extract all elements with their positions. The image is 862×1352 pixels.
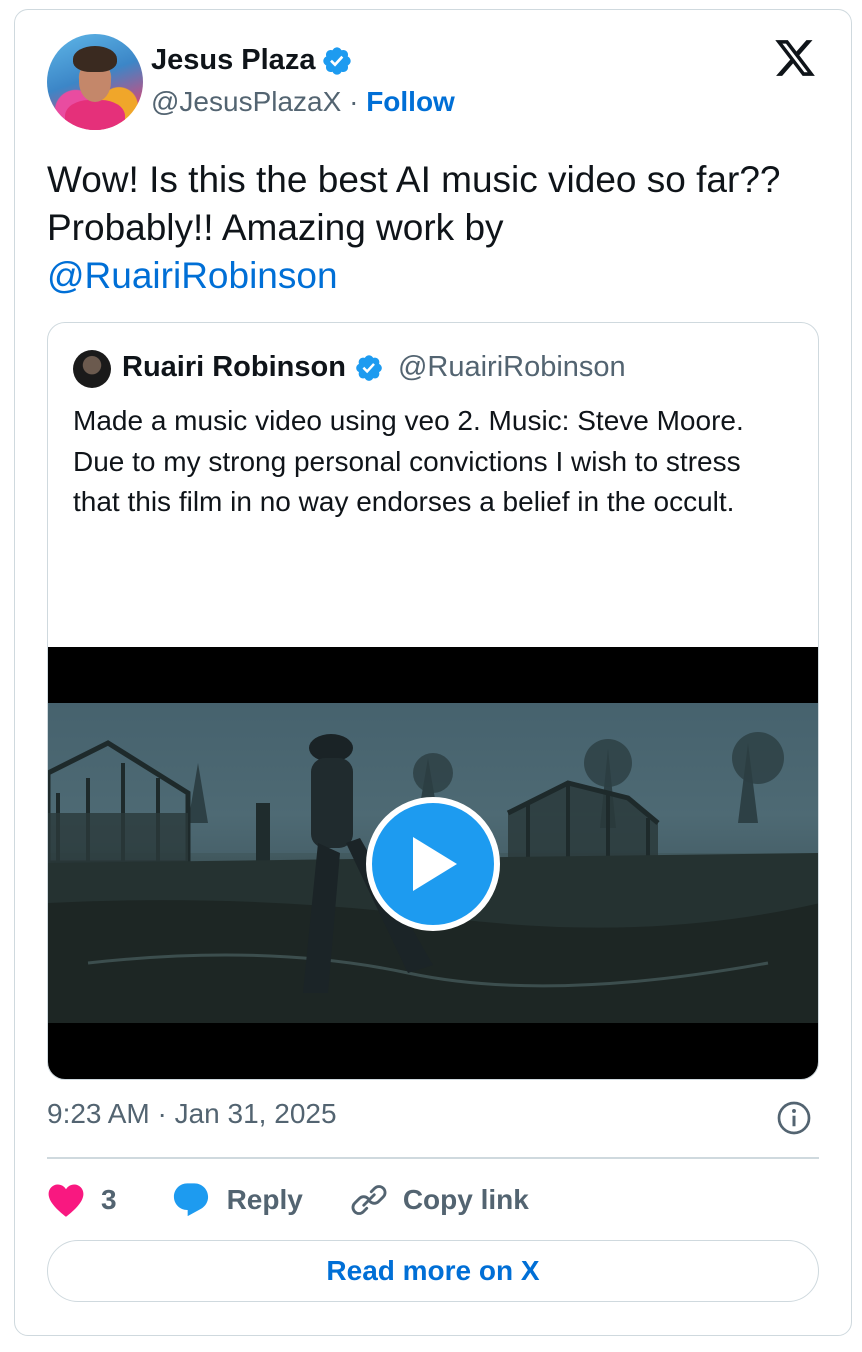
play-icon (413, 837, 457, 891)
quoted-text-line: Made a music video using veo 2. Music: S… (73, 405, 744, 436)
quoted-author-name[interactable]: Ruairi Robinson (122, 351, 346, 384)
quoted-author-row: Ruairi Robinson @RuairiRobinson (122, 351, 626, 384)
link-icon (351, 1185, 387, 1215)
video-player[interactable] (48, 647, 818, 1079)
divider (47, 1157, 819, 1159)
tweet-text: Wow! Is this the best AI music video so … (47, 156, 807, 300)
mention-link[interactable]: @RuairiRobinson (47, 252, 807, 300)
like-count: 3 (101, 1184, 117, 1215)
author-name[interactable]: Jesus Plaza (151, 44, 315, 77)
quoted-tweet-text: Made a music video using veo 2. Music: S… (73, 401, 793, 523)
verified-badge-icon (323, 46, 352, 75)
avatar-hair (73, 46, 117, 72)
quoted-author-avatar[interactable] (73, 350, 111, 388)
author-avatar[interactable] (47, 34, 143, 130)
handle-separator: · (349, 86, 359, 117)
info-icon[interactable] (776, 1100, 812, 1136)
action-bar: 3 Reply Copy link (47, 1176, 529, 1224)
play-button[interactable] (366, 797, 500, 931)
verified-badge-icon (356, 354, 382, 381)
heart-icon (48, 1184, 84, 1217)
copy-link-button[interactable]: Copy link (351, 1182, 529, 1218)
quoted-text-line: Due to my strong personal convictions I … (73, 445, 741, 518)
author-handle[interactable]: @JesusPlazaX (151, 86, 341, 117)
quoted-author-handle[interactable]: @RuairiRobinson (398, 351, 626, 384)
quoted-tweet[interactable]: Ruairi Robinson @RuairiRobinson Made a m… (47, 322, 819, 1080)
tweet-body: Wow! Is this the best AI music video so … (47, 159, 781, 248)
x-logo-icon[interactable] (772, 36, 818, 80)
copy-link-label: Copy link (402, 1184, 529, 1215)
author-name-row[interactable]: Jesus Plaza (151, 44, 353, 77)
like-button[interactable]: 3 (47, 1182, 117, 1218)
reply-icon (173, 1183, 208, 1217)
follow-button[interactable]: Follow (366, 86, 455, 117)
avatar-shirt (65, 100, 125, 130)
reply-button[interactable]: Reply (171, 1180, 303, 1220)
tweet-timestamp[interactable]: 9:23 AM · Jan 31, 2025 (47, 1098, 337, 1130)
read-more-button[interactable]: Read more on X (47, 1240, 819, 1302)
author-handle-line: @JesusPlazaX · Follow (151, 86, 455, 118)
reply-label: Reply (226, 1184, 303, 1215)
